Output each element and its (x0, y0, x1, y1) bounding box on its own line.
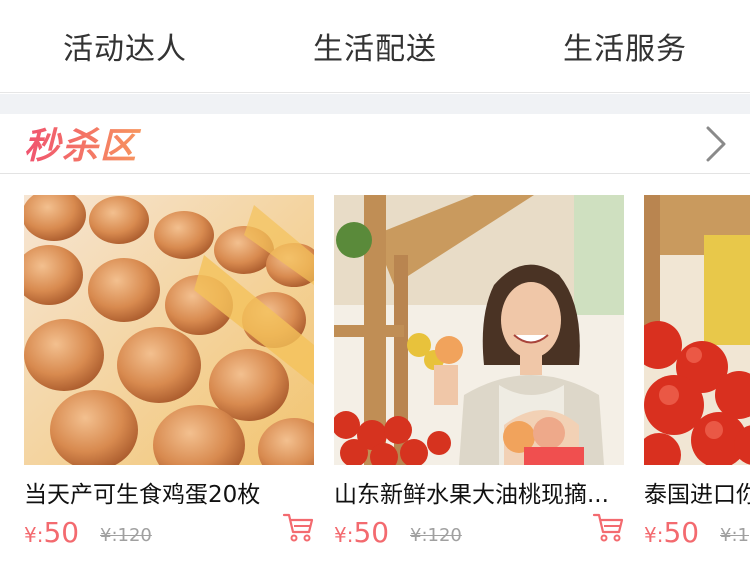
section-divider (0, 94, 750, 114)
product-price: ¥:50 (334, 516, 389, 549)
fruit-vendor-photo[interactable] (334, 195, 624, 465)
product-card[interactable]: 泰国进口你 ¥:50 ¥:1 (644, 195, 750, 569)
flash-sale-title-text: 秒杀区 (24, 126, 142, 167)
cart-icon[interactable] (592, 511, 624, 543)
eggs-photo[interactable] (24, 195, 314, 465)
tomatoes-photo[interactable] (644, 195, 750, 465)
product-title[interactable]: 山东新鲜水果大油桃现摘... (334, 475, 634, 509)
original-price: ¥:120 (410, 525, 462, 546)
nav-item-life-delivery[interactable]: 生活配送 (250, 0, 500, 92)
product-title[interactable]: 当天产可生食鸡蛋20枚 (24, 475, 324, 509)
product-card[interactable]: 当天产可生食鸡蛋20枚 ¥:50 ¥:120 (24, 195, 314, 569)
original-price: ¥:120 (100, 525, 152, 546)
top-nav: 活动达人 生活配送 生活服务 (0, 0, 750, 93)
nav-item-activity-expert[interactable]: 活动达人 (0, 0, 250, 92)
product-price: ¥:50 (644, 516, 699, 549)
product-carousel[interactable]: 当天产可生食鸡蛋20枚 ¥:50 ¥:120 山东新鲜水果大油桃现摘... ¥:… (0, 195, 750, 569)
price-value: 50 (353, 516, 390, 549)
original-price: ¥:1 (720, 525, 749, 546)
nav-item-life-services[interactable]: 生活服务 (500, 0, 750, 92)
price-value: 50 (43, 516, 80, 549)
product-card[interactable]: 山东新鲜水果大油桃现摘... ¥:50 ¥:120 (334, 195, 624, 569)
flash-sale-header[interactable]: 秒杀区 (0, 114, 750, 174)
currency-symbol: ¥: (334, 523, 354, 547)
cart-icon[interactable] (282, 511, 314, 543)
chevron-right-icon[interactable] (704, 126, 728, 162)
currency-symbol: ¥: (644, 523, 664, 547)
price-value: 50 (663, 516, 700, 549)
currency-symbol: ¥: (24, 523, 44, 547)
flash-sale-title: 秒杀区 (24, 126, 142, 167)
product-title[interactable]: 泰国进口你 (644, 475, 750, 509)
product-price: ¥:50 (24, 516, 79, 549)
